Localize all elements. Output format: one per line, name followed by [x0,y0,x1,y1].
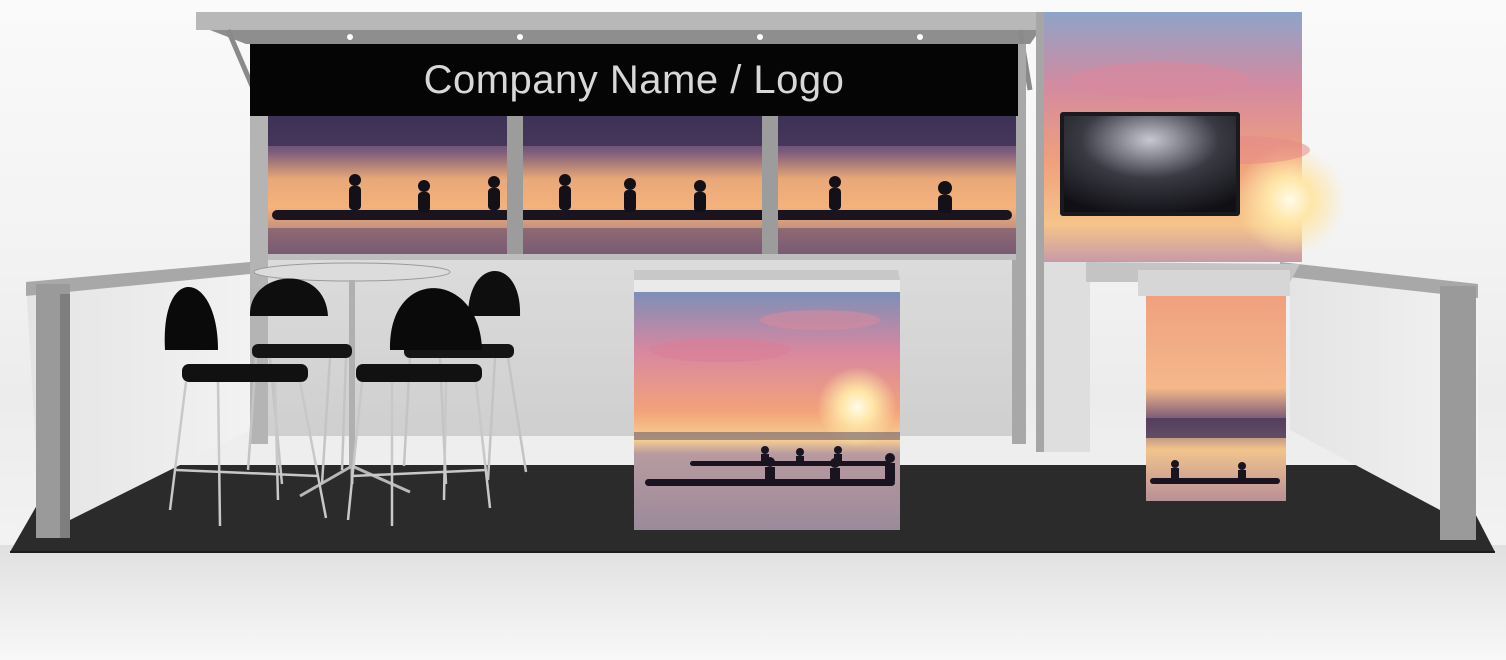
floor-reflection [0,545,1506,660]
rower [559,186,571,210]
canopy [196,12,1046,30]
rower [349,174,361,186]
graphic-bottom-rail [268,254,1016,260]
rower [694,192,706,212]
kiosk-horizon [1146,418,1286,438]
rower [1171,460,1179,468]
rail-post-shade [60,294,70,538]
graphic-divider [507,116,523,256]
rail-post [1440,286,1476,540]
graphic-divider [762,116,778,256]
stool-seat [356,364,482,382]
water [268,228,1016,256]
table-pole [349,280,355,466]
spotlight [917,34,923,40]
rower [830,458,840,468]
cloud [760,310,880,330]
rower [1171,468,1179,480]
rower [488,188,500,210]
rower [830,468,840,481]
rower [938,181,952,195]
reception-counter [634,270,900,530]
rower [796,456,804,464]
cloud [1070,62,1250,98]
rower [418,192,430,212]
rower [938,195,952,213]
rower [829,188,841,210]
header-sign-text: Company Name / Logo [423,57,845,102]
header-sign: Company Name / Logo [250,44,1018,116]
rower [694,180,706,192]
counter-top-edge [634,280,900,292]
tower-frame [1036,12,1044,452]
stool-seat [252,344,352,358]
tv-monitor [1060,112,1240,216]
rower [761,446,769,454]
spotlight [517,34,523,40]
back-wall-rowing-graphic [268,116,1016,260]
canopy-underside [210,30,1040,44]
rower [765,457,775,467]
counter-boat [690,461,890,466]
rower [418,180,430,192]
cloud [650,338,790,362]
rower [885,453,895,463]
rower [488,176,500,188]
rower [885,463,895,481]
rower [1238,462,1246,470]
tower-base [1040,262,1090,452]
spotlight [347,34,353,40]
rower [624,178,636,190]
horizon-hills [268,116,1016,146]
rower [829,176,841,188]
rower [624,190,636,212]
rower [1238,470,1246,480]
rower [796,448,804,456]
table-top [253,262,451,282]
rower [559,174,571,186]
counter-top [634,270,900,280]
stool-seat [182,364,308,382]
kiosk-boat [1150,478,1280,484]
tv-screen [1064,116,1236,212]
rower [834,446,842,454]
kiosk-graphic [1146,296,1286,501]
spotlight [757,34,763,40]
rower [349,186,361,210]
rowing-boat [272,210,1012,220]
rower [765,467,775,481]
counter-horizon [634,432,900,440]
kiosk-top-front [1138,270,1290,296]
